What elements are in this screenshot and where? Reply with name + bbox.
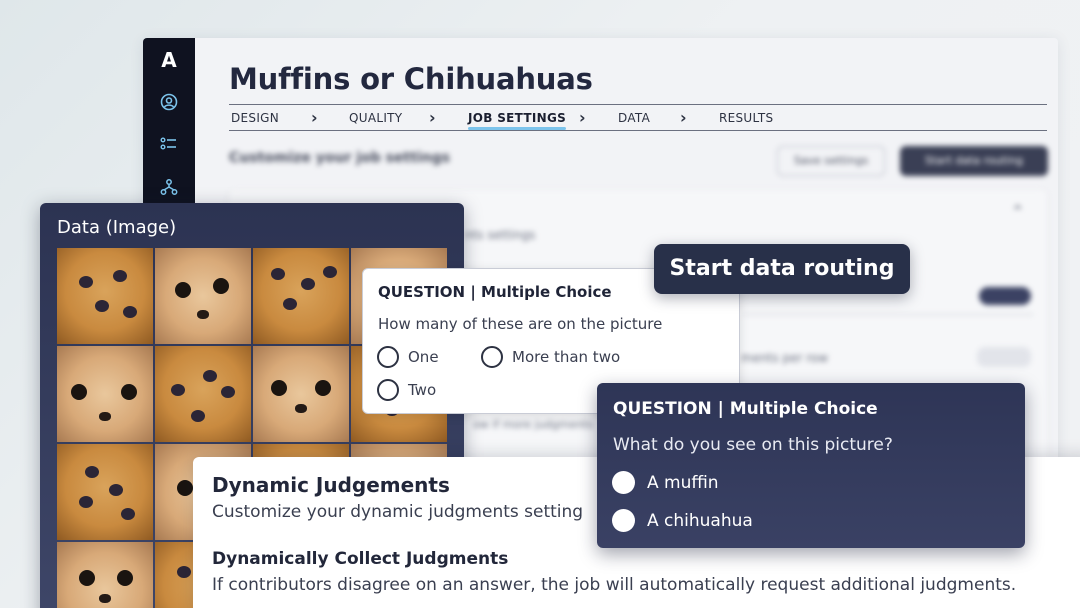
option-one[interactable]: One	[377, 346, 439, 368]
chevron-right-icon: ›	[311, 108, 318, 127]
row-setting-label-2: ow if more judgments	[473, 418, 594, 431]
list-icon[interactable]	[160, 135, 178, 153]
option-two[interactable]: Two	[377, 379, 436, 401]
chihuahua-image[interactable]	[155, 248, 251, 344]
dynamic-judgements-subtitle: Customize your dynamic judgments setting	[212, 502, 584, 522]
settings-toggle[interactable]	[979, 287, 1031, 305]
muffin-image[interactable]	[155, 346, 251, 442]
option-a-chihuahua[interactable]: A chihuahua	[612, 509, 753, 532]
radio-button-icon[interactable]	[612, 509, 635, 532]
option-label: A chihuahua	[647, 510, 753, 531]
page-title: Muffins or Chihuahuas	[229, 62, 593, 96]
dynamic-judgements-title: Dynamic Judgements	[212, 473, 450, 497]
hierarchy-icon[interactable]	[160, 178, 178, 196]
row-setting-stepper[interactable]	[977, 347, 1031, 367]
radio-button-icon[interactable]	[377, 346, 399, 368]
chevron-right-icon: ›	[429, 108, 436, 127]
divider	[743, 314, 1033, 315]
option-a-muffin[interactable]: A muffin	[612, 471, 719, 494]
muffin-image[interactable]	[57, 248, 153, 344]
option-label: One	[408, 348, 439, 366]
chihuahua-image[interactable]	[253, 346, 349, 442]
app-logo[interactable]: A	[143, 48, 195, 72]
row-setting-label: ments per row	[741, 351, 829, 365]
step-data[interactable]: DATA	[618, 111, 650, 125]
muffin-image[interactable]	[253, 248, 349, 344]
chihuahua-image[interactable]	[57, 346, 153, 442]
question-text: What do you see on this picture?	[613, 435, 893, 455]
option-label: More than two	[512, 348, 621, 366]
option-label: Two	[408, 381, 437, 399]
start-data-routing-callout[interactable]: Start data routing	[654, 244, 910, 294]
radio-button-icon[interactable]	[612, 471, 635, 494]
step-navigation: DESIGN › QUALITY › JOB SETTINGS › DATA ›…	[229, 104, 1047, 131]
question-header: QUESTION | Multiple Choice	[613, 399, 878, 419]
section-label: nts settings	[465, 228, 536, 242]
step-results[interactable]: RESULTS	[719, 111, 773, 125]
settings-subtitle: Customize your job settings	[229, 150, 450, 166]
option-more-than-two[interactable]: More than two	[481, 346, 620, 368]
panel-title: Data (Image)	[57, 217, 177, 238]
user-circle-icon[interactable]	[160, 93, 178, 111]
question-header: QUESTION | Multiple Choice	[378, 283, 612, 301]
step-quality[interactable]: QUALITY	[349, 111, 402, 125]
radio-button-icon[interactable]	[481, 346, 503, 368]
step-design[interactable]: DESIGN	[231, 111, 279, 125]
chihuahua-image[interactable]	[57, 542, 153, 608]
question-text: How many of these are on the picture	[378, 315, 663, 333]
step-job-settings[interactable]: JOB SETTINGS	[468, 111, 567, 130]
chevron-right-icon: ›	[680, 108, 687, 127]
collect-judgments-title: Dynamically Collect Judgments	[212, 549, 509, 569]
chevron-up-icon[interactable]: ⌃	[1011, 202, 1024, 221]
save-settings-button[interactable]: Save settings	[777, 146, 885, 176]
collect-judgments-description: If contributors disagree on an answer, t…	[212, 575, 1017, 595]
start-data-routing-button[interactable]: Start data routing	[900, 146, 1048, 176]
chevron-right-icon: ›	[579, 108, 586, 127]
radio-button-icon[interactable]	[377, 379, 399, 401]
question-card-identify: QUESTION | Multiple Choice What do you s…	[597, 383, 1025, 548]
option-label: A muffin	[647, 472, 719, 493]
muffin-image[interactable]	[57, 444, 153, 540]
